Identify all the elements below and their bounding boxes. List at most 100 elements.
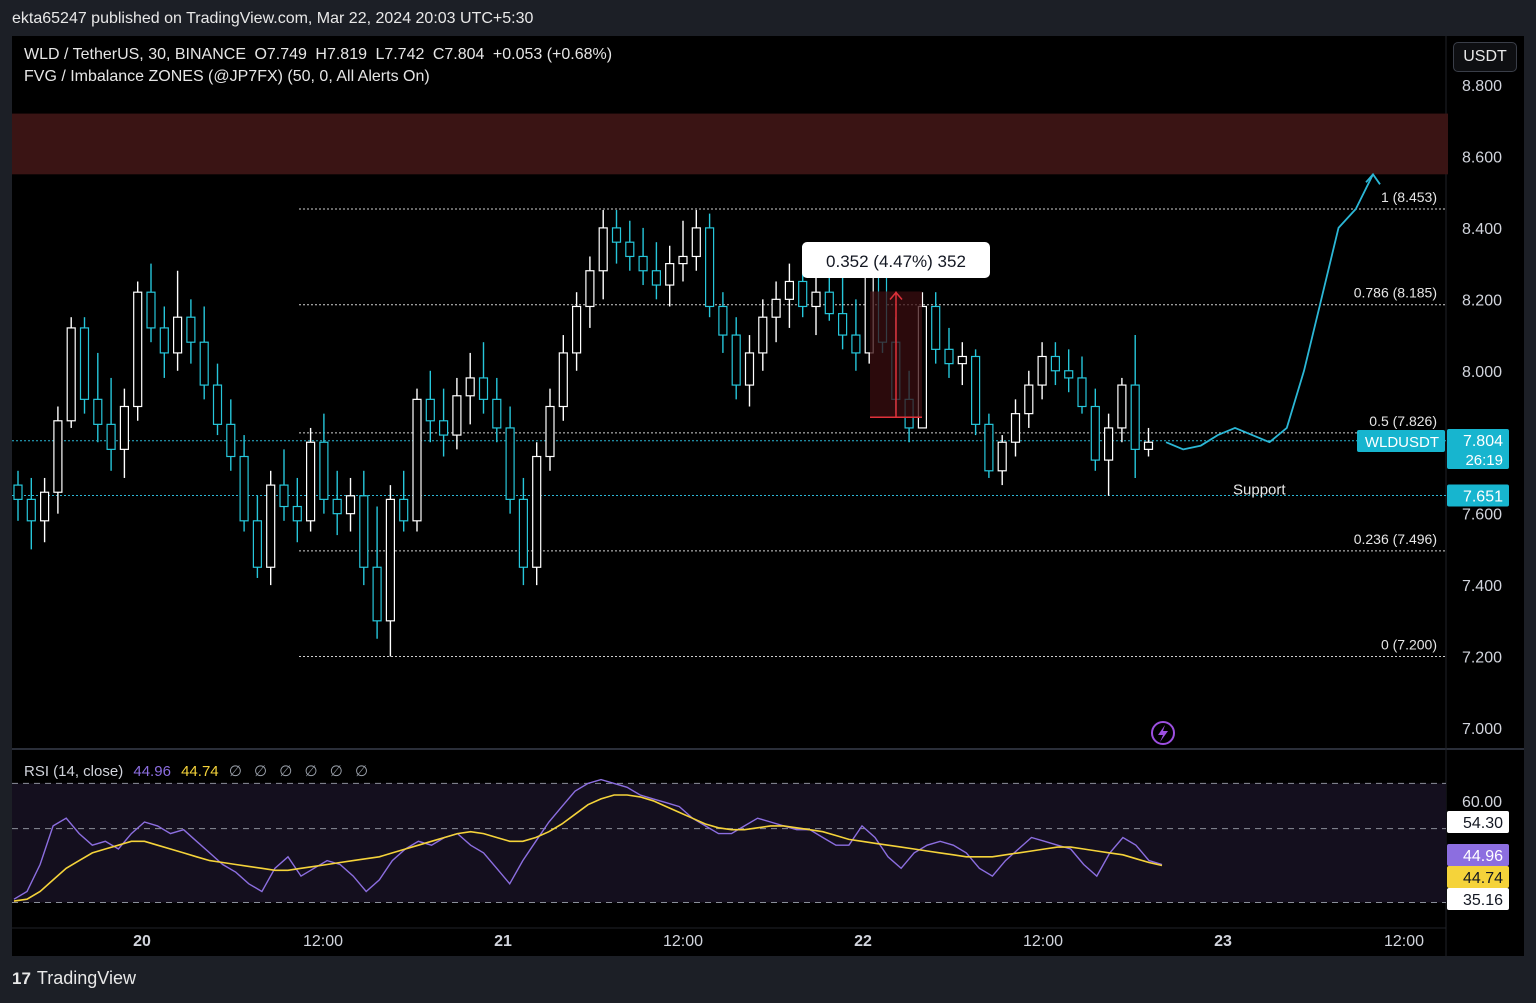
candle[interactable] (984, 413, 994, 478)
candle[interactable] (345, 477, 356, 532)
candle[interactable] (1077, 356, 1087, 414)
candle[interactable] (784, 263, 795, 328)
candle[interactable] (598, 210, 608, 300)
candle[interactable] (744, 335, 755, 407)
candle[interactable] (79, 317, 90, 414)
candle[interactable] (997, 435, 1007, 486)
rsi-upper-band-badge[interactable]: 54.30 (1447, 811, 1509, 833)
candle[interactable] (731, 317, 741, 400)
candle[interactable] (944, 327, 954, 378)
candle[interactable] (505, 406, 515, 514)
candle[interactable] (66, 317, 76, 428)
candle[interactable] (518, 477, 529, 586)
rsi-lower-band-badge[interactable]: 35.16 (1447, 888, 1509, 910)
price-chart[interactable]: 1 (8.453) 0.786 (8.185) 0.5 (7.826) 0.236 (… (0, 0, 1536, 1003)
symbol-legend[interactable]: WLD / TetherUS, 30, BINANCE O7.749 H7.81… (24, 46, 612, 64)
candle[interactable] (532, 442, 542, 586)
candle[interactable] (1024, 370, 1034, 428)
candle[interactable] (625, 220, 635, 271)
candle[interactable] (718, 292, 728, 353)
candle[interactable] (651, 242, 662, 300)
indicator-legend[interactable]: FVG / Imbalance ZONES (@JP7FX) (50, 0, A… (24, 68, 430, 86)
candle[interactable] (119, 388, 130, 478)
candle[interactable] (306, 427, 316, 532)
candle[interactable] (146, 263, 156, 343)
candle-body (79, 327, 90, 400)
candle[interactable] (452, 377, 462, 450)
candle[interactable] (970, 349, 981, 436)
candle[interactable] (212, 363, 223, 436)
candle[interactable] (106, 377, 116, 471)
candle[interactable] (159, 306, 169, 378)
symbol-name[interactable]: WLD / TetherUS, 30, BINANCE (24, 46, 246, 63)
support-price-badge[interactable]: 7.651 (1447, 484, 1509, 507)
candle[interactable] (1130, 335, 1140, 478)
indicator-name[interactable]: FVG / Imbalance ZONES (@JP7FX) (50, 0, A… (24, 68, 430, 85)
price-tick: 8.200 (1462, 292, 1502, 309)
rsi-value-badge[interactable]: 44.96 (1447, 844, 1509, 866)
candle[interactable] (931, 292, 941, 364)
candle[interactable] (585, 256, 595, 328)
candle[interactable] (385, 485, 395, 657)
rsi-ma-badge[interactable]: 44.74 (1447, 866, 1509, 888)
candle[interactable] (412, 388, 422, 532)
candle[interactable] (372, 506, 382, 639)
candle[interactable] (465, 352, 475, 425)
candle[interactable] (957, 342, 967, 386)
projection-path[interactable] (1165, 173, 1374, 451)
candle[interactable] (226, 399, 236, 471)
alert-lightning-icon[interactable] (1151, 721, 1175, 745)
candle[interactable] (665, 245, 675, 307)
candle[interactable] (186, 299, 196, 364)
candle[interactable] (691, 210, 701, 271)
candle[interactable] (1090, 388, 1100, 471)
candle[interactable] (252, 495, 262, 578)
candle[interactable] (359, 470, 369, 586)
last-price-badge[interactable]: 7.804 26:19 (1447, 429, 1509, 469)
candle[interactable] (638, 227, 648, 286)
candle[interactable] (39, 477, 50, 543)
candle[interactable] (399, 470, 409, 532)
candle[interactable] (811, 270, 821, 336)
candle[interactable] (678, 220, 688, 282)
candle[interactable] (332, 470, 342, 536)
candle[interactable] (53, 406, 63, 514)
candle[interactable] (319, 413, 329, 514)
candle[interactable] (558, 335, 568, 421)
footer-brand[interactable]: 17 TradingView (12, 968, 136, 989)
candle[interactable] (239, 435, 249, 532)
candle[interactable] (758, 299, 768, 371)
rsi-title[interactable]: RSI (14, close) (24, 763, 123, 780)
candle[interactable] (292, 477, 302, 543)
candle[interactable] (133, 281, 143, 421)
fvg-imbalance-zone[interactable] (12, 113, 1448, 175)
candle[interactable] (571, 292, 582, 371)
candle[interactable] (279, 449, 289, 521)
candle[interactable] (266, 470, 276, 586)
candle[interactable] (1050, 342, 1061, 386)
candle[interactable] (1010, 399, 1021, 457)
candle[interactable] (1037, 342, 1047, 400)
symbol-price-tag[interactable]: WLDUSDT (1357, 430, 1445, 452)
rsi-legend[interactable]: RSI (14, close) 44.96 44.74 ∅ ∅ ∅ ∅ ∅ ∅ (24, 762, 372, 780)
candle[interactable] (545, 388, 555, 471)
candle[interactable] (704, 213, 715, 318)
na-markers: ∅ ∅ ∅ ∅ ∅ ∅ (228, 763, 373, 780)
candle[interactable] (851, 299, 861, 371)
candle[interactable] (1143, 427, 1154, 457)
candle[interactable] (13, 470, 23, 521)
candle[interactable] (199, 306, 209, 400)
candle[interactable] (1064, 349, 1074, 393)
candle-body (146, 291, 156, 329)
candle[interactable] (478, 342, 489, 414)
candle[interactable] (771, 281, 781, 343)
candle[interactable] (26, 477, 36, 550)
currency-button[interactable]: USDT (1453, 42, 1517, 72)
candle[interactable] (439, 388, 449, 457)
candle[interactable] (611, 210, 622, 264)
candle[interactable] (93, 352, 103, 443)
candle[interactable] (837, 277, 848, 350)
candle[interactable] (1103, 413, 1114, 496)
candle[interactable] (173, 270, 183, 371)
candle[interactable] (425, 370, 435, 443)
